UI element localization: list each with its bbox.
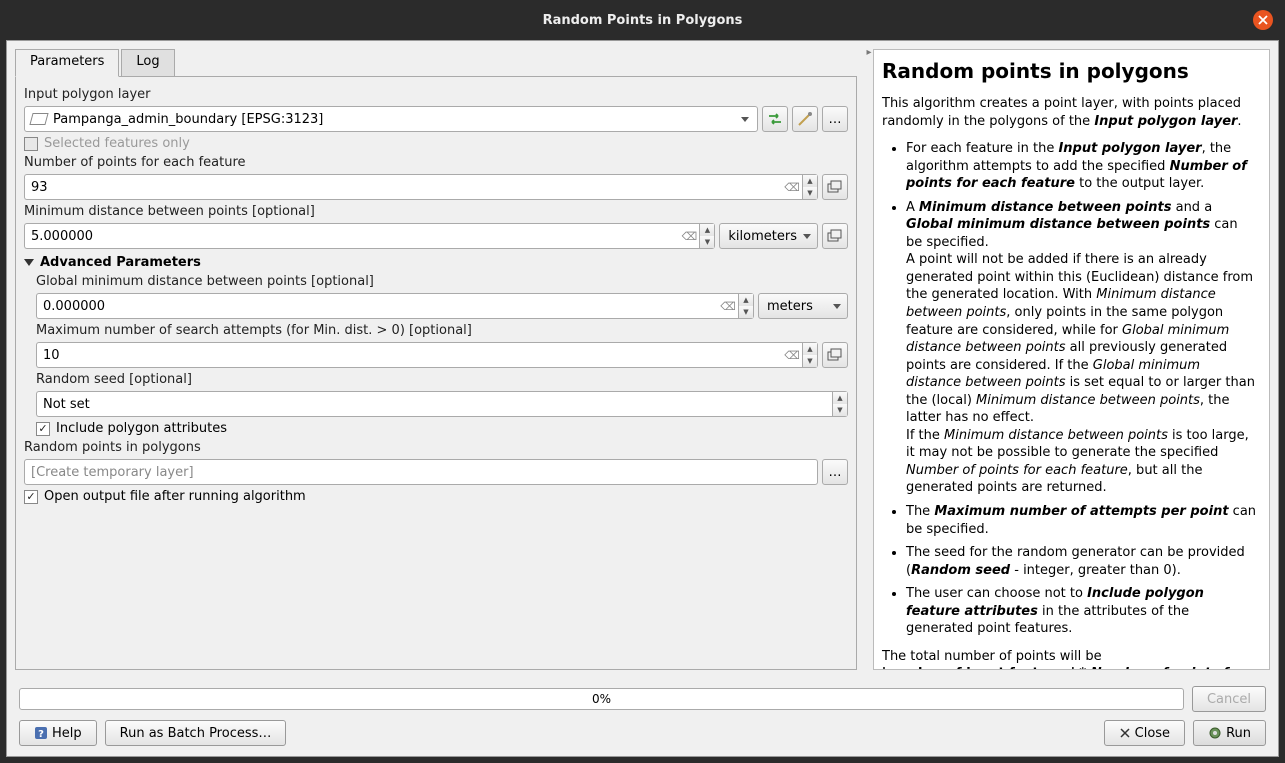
close-button[interactable]: Close	[1104, 720, 1185, 746]
help-total: The total number of points will be 'numb…	[882, 648, 1257, 670]
input-layer-combo[interactable]: Pampanga_admin_boundary [EPSG:3123]	[24, 106, 758, 132]
advanced-parameters-toggle[interactable]: Advanced Parameters	[24, 255, 848, 270]
selected-only-label: Selected features only	[44, 136, 190, 151]
min-dist-input[interactable]: ⌫ ▲▼	[24, 223, 715, 249]
help-item: A Minimum distance between points and a …	[906, 199, 1257, 497]
label-max-attempts: Maximum number of search attempts (for M…	[36, 323, 848, 338]
advanced-options-button[interactable]	[792, 106, 818, 132]
output-path-input[interactable]: [Create temporary layer]	[24, 459, 818, 485]
clear-icon[interactable]: ⌫	[782, 174, 802, 200]
help-item: The seed for the random generator can be…	[906, 544, 1257, 579]
clear-icon[interactable]: ⌫	[782, 342, 802, 368]
help-intro: This algorithm creates a point layer, wi…	[882, 95, 1257, 130]
label-min-dist: Minimum distance between points [optiona…	[24, 204, 848, 219]
chevron-down-icon	[833, 304, 841, 309]
polygon-layer-icon	[29, 113, 48, 125]
help-item: The user can choose not to Include polyg…	[906, 585, 1257, 638]
data-defined-button[interactable]	[822, 342, 848, 368]
global-min-unit-combo[interactable]: meters	[758, 293, 848, 319]
seed-input[interactable]: ▲▼	[36, 391, 848, 417]
spin-up[interactable]: ▲	[700, 224, 714, 236]
window-close-button[interactable]	[1253, 10, 1273, 30]
global-min-field[interactable]	[36, 293, 718, 319]
data-defined-button[interactable]	[822, 223, 848, 249]
dialog-body: Parameters Log Input polygon layer Pampa…	[6, 40, 1279, 757]
spin-down[interactable]: ▼	[700, 236, 714, 248]
open-after-checkbox[interactable]: ✓	[24, 490, 38, 504]
chevron-down-icon	[803, 234, 811, 239]
svg-text:?: ?	[38, 729, 44, 740]
open-after-label: Open output file after running algorithm	[44, 489, 306, 504]
clear-icon[interactable]: ⌫	[679, 223, 699, 249]
run-button[interactable]: Run	[1193, 720, 1266, 746]
data-defined-button[interactable]	[822, 174, 848, 200]
tab-parameters[interactable]: Parameters	[15, 49, 119, 77]
include-attrs-checkbox[interactable]: ✓	[36, 422, 50, 436]
help-item: For each feature in the Input polygon la…	[906, 140, 1257, 193]
gear-icon	[1208, 726, 1222, 740]
min-dist-field[interactable]	[24, 223, 679, 249]
close-icon	[1119, 727, 1131, 739]
browse-button[interactable]: …	[822, 106, 848, 132]
label-global-min: Global minimum distance between points […	[36, 274, 848, 289]
spin-up[interactable]: ▲	[803, 175, 817, 187]
label-output: Random points in polygons	[24, 440, 848, 455]
spin-down[interactable]: ▼	[803, 187, 817, 199]
window-title: Random Points in Polygons	[543, 13, 743, 28]
max-attempts-field[interactable]	[36, 342, 782, 368]
progress-bar: 0%	[19, 688, 1184, 710]
spin-down[interactable]: ▼	[739, 306, 753, 318]
label-seed: Random seed [optional]	[36, 372, 848, 387]
triangle-down-icon	[24, 259, 34, 266]
help-pane[interactable]: Random points in polygons This algorithm…	[873, 49, 1270, 670]
help-button[interactable]: ? Help	[19, 720, 97, 746]
output-browse-button[interactable]: …	[822, 459, 848, 485]
include-attrs-label: Include polygon attributes	[56, 421, 227, 436]
seed-field[interactable]	[36, 391, 832, 417]
clear-icon[interactable]: ⌫	[718, 293, 738, 319]
num-points-field[interactable]	[24, 174, 782, 200]
input-layer-value: Pampanga_admin_boundary [EPSG:3123]	[53, 112, 323, 127]
spin-up[interactable]: ▲	[803, 343, 817, 355]
run-batch-button[interactable]: Run as Batch Process…	[105, 720, 287, 746]
label-num-points: Number of points for each feature	[24, 155, 848, 170]
spin-down[interactable]: ▼	[833, 404, 847, 416]
tab-log[interactable]: Log	[121, 49, 174, 77]
splitter-handle[interactable]: ▸	[865, 41, 873, 678]
spin-down[interactable]: ▼	[803, 355, 817, 367]
help-heading: Random points in polygons	[882, 58, 1257, 85]
global-min-input[interactable]: ⌫ ▲▼	[36, 293, 754, 319]
iterate-button[interactable]	[762, 106, 788, 132]
spin-up[interactable]: ▲	[739, 294, 753, 306]
selected-only-checkbox	[24, 137, 38, 151]
chevron-down-icon	[741, 117, 749, 122]
help-icon: ?	[34, 726, 48, 740]
label-input-layer: Input polygon layer	[24, 87, 848, 102]
max-attempts-input[interactable]: ⌫ ▲▼	[36, 342, 818, 368]
parameters-pane: Parameters Log Input polygon layer Pampa…	[7, 41, 865, 678]
titlebar: Random Points in Polygons	[0, 0, 1285, 40]
num-points-input[interactable]: ⌫ ▲▼	[24, 174, 818, 200]
spin-up[interactable]: ▲	[833, 392, 847, 404]
min-dist-unit-combo[interactable]: kilometers	[719, 223, 818, 249]
help-item: The Maximum number of attempts per point…	[906, 503, 1257, 538]
cancel-button: Cancel	[1192, 686, 1266, 712]
